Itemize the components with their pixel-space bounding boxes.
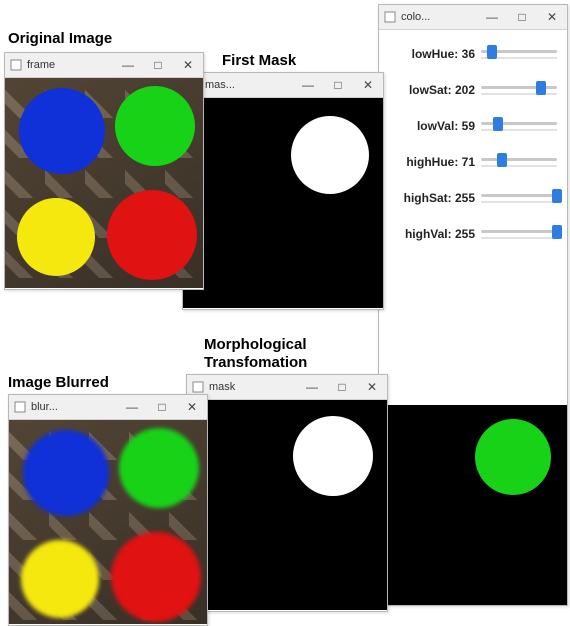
blur-blue-circle <box>23 430 109 516</box>
slider-row-lowSat: lowSat: 202 <box>383 74 557 106</box>
slider-track-highHue[interactable] <box>481 152 557 172</box>
slider-row-highHue: highHue: 71 <box>383 146 557 178</box>
sliders-panel: lowHue: 36 lowSat: 202 lowVal: 59 highHue: … <box>379 30 567 262</box>
close-button[interactable]: ✕ <box>357 375 387 399</box>
window-frame: frame — □ ✕ <box>4 52 204 290</box>
final-output-image <box>379 405 567 605</box>
title-mask2: mask <box>209 381 239 393</box>
slider-label-highVal: highVal: 255 <box>383 227 481 241</box>
frame-blue-circle <box>19 88 105 174</box>
close-button[interactable]: ✕ <box>353 73 383 97</box>
title-blur: blur... <box>31 401 62 413</box>
mask1-image <box>183 98 383 308</box>
slider-row-highSat: highSat: 255 <box>383 182 557 214</box>
label-blurred: Image Blurred <box>8 374 109 391</box>
close-button[interactable]: ✕ <box>173 53 203 77</box>
minimize-button[interactable]: — <box>477 5 507 29</box>
titlebar-blur[interactable]: blur... — □ ✕ <box>9 395 207 420</box>
slider-track-lowVal[interactable] <box>481 116 557 136</box>
titlebar-frame[interactable]: frame — □ ✕ <box>5 53 203 78</box>
mask2-image <box>187 400 387 610</box>
frame-yellow-circle <box>17 198 95 276</box>
maximize-button[interactable]: □ <box>323 73 353 97</box>
titlebar-mask1[interactable]: mas... — □ ✕ <box>183 73 383 98</box>
label-morph-1: Morphological <box>204 336 307 353</box>
slider-track-lowHue[interactable] <box>481 44 557 64</box>
label-original: Original Image <box>8 30 112 47</box>
label-morph-2: Transfomation <box>204 354 307 371</box>
window-first-mask: mas... — □ ✕ <box>182 72 384 310</box>
slider-thumb-lowSat[interactable] <box>536 81 546 95</box>
slider-row-lowHue: lowHue: 36 <box>383 38 557 70</box>
mask2-white-circle <box>293 416 373 496</box>
minimize-button[interactable]: — <box>293 73 323 97</box>
maximize-button[interactable]: □ <box>143 53 173 77</box>
output-green-circle <box>475 419 551 495</box>
minimize-button[interactable]: — <box>113 53 143 77</box>
blur-green-circle <box>119 428 199 508</box>
slider-label-lowSat: lowSat: 202 <box>383 83 481 97</box>
frame-red-circle <box>107 190 197 280</box>
mask1-white-circle <box>291 116 369 194</box>
title-frame: frame <box>27 59 59 71</box>
maximize-button[interactable]: □ <box>327 375 357 399</box>
app-icon <box>9 58 23 72</box>
slider-track-highSat[interactable] <box>481 188 557 208</box>
window-blur: blur... — □ ✕ <box>8 394 208 626</box>
frame-image <box>5 78 203 288</box>
label-first-mask: First Mask <box>222 52 296 69</box>
slider-label-lowVal: lowVal: 59 <box>383 119 481 133</box>
title-mask1: mas... <box>205 79 239 91</box>
maximize-button[interactable]: □ <box>507 5 537 29</box>
slider-thumb-lowVal[interactable] <box>493 117 503 131</box>
close-button[interactable]: ✕ <box>537 5 567 29</box>
blur-image <box>9 420 207 624</box>
blur-yellow-circle <box>21 540 99 618</box>
slider-thumb-highVal[interactable] <box>552 225 562 239</box>
slider-thumb-highHue[interactable] <box>497 153 507 167</box>
app-icon <box>13 400 27 414</box>
close-button[interactable]: ✕ <box>177 395 207 419</box>
slider-track-lowSat[interactable] <box>481 80 557 100</box>
slider-row-highVal: highVal: 255 <box>383 218 557 250</box>
window-color-sliders: colo... — □ ✕ lowHue: 36 lowSat: 202 lowVa… <box>378 4 568 606</box>
minimize-button[interactable]: — <box>297 375 327 399</box>
slider-label-highHue: highHue: 71 <box>383 155 481 169</box>
slider-row-lowVal: lowVal: 59 <box>383 110 557 142</box>
app-icon <box>191 380 205 394</box>
app-icon <box>383 10 397 24</box>
slider-track-highVal[interactable] <box>481 224 557 244</box>
slider-thumb-highSat[interactable] <box>552 189 562 203</box>
slider-thumb-lowHue[interactable] <box>487 45 497 59</box>
frame-green-circle <box>115 86 195 166</box>
window-morph-mask: mask — □ ✕ <box>186 374 388 612</box>
titlebar-color[interactable]: colo... — □ ✕ <box>379 5 567 30</box>
title-color: colo... <box>401 11 434 23</box>
slider-label-lowHue: lowHue: 36 <box>383 47 481 61</box>
blur-red-circle <box>111 532 201 622</box>
titlebar-mask2[interactable]: mask — □ ✕ <box>187 375 387 400</box>
minimize-button[interactable]: — <box>117 395 147 419</box>
slider-label-highSat: highSat: 255 <box>383 191 481 205</box>
maximize-button[interactable]: □ <box>147 395 177 419</box>
